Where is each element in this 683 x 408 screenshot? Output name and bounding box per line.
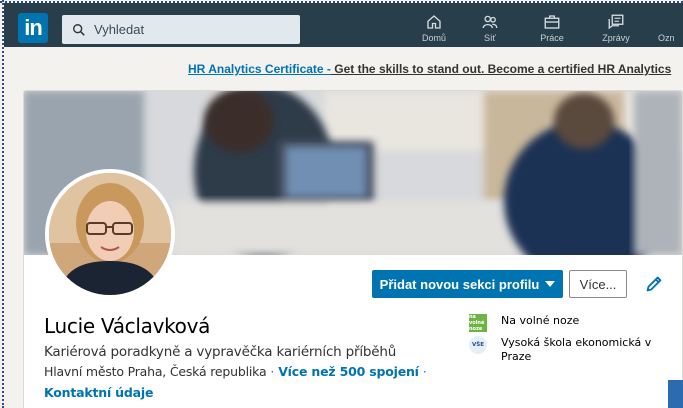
pencil-edit-icon[interactable] bbox=[643, 273, 665, 295]
nav-network-label: Síť bbox=[484, 33, 496, 43]
separator-dot: · bbox=[270, 364, 275, 379]
add-profile-section-button[interactable]: Přidat novou sekci profilu bbox=[372, 270, 563, 298]
avatar-photo bbox=[49, 173, 171, 295]
search-input[interactable] bbox=[94, 22, 284, 37]
profile-card: Přidat novou sekci profilu Více... Lucie… bbox=[24, 91, 682, 408]
jobs-icon bbox=[544, 15, 560, 29]
contact-info-link[interactable]: Kontaktní údaje bbox=[44, 385, 153, 400]
caret-down-icon bbox=[545, 281, 556, 287]
nav-network[interactable]: Síť bbox=[462, 13, 518, 45]
experience-label: Vysoká škola ekonomická v Praze bbox=[501, 336, 652, 363]
profile-name: Lucie Václavková bbox=[44, 314, 211, 338]
messaging-tab-edge[interactable] bbox=[668, 380, 683, 408]
profile-location: Hlavní město Praha, Česká republika bbox=[44, 364, 267, 379]
experience-item-freelance[interactable]: na volné noze Na volné noze bbox=[469, 314, 656, 332]
connections-link[interactable]: Více než 500 spojení bbox=[278, 364, 419, 379]
nav-messaging[interactable]: Zprávy bbox=[588, 13, 644, 45]
nav-messaging-label: Zprávy bbox=[602, 33, 630, 43]
separator-dot: · bbox=[422, 364, 427, 379]
experience-item-school[interactable]: VŠE Vysoká škola ekonomická v Praze bbox=[469, 336, 656, 364]
more-button[interactable]: Více... bbox=[569, 270, 627, 298]
messaging-icon bbox=[608, 14, 624, 30]
add-profile-section-label: Přidat novou sekci profilu bbox=[379, 276, 540, 292]
profile-headline: Kariérová poradkyně a vypravěčka kariérn… bbox=[44, 344, 397, 360]
nav-home-label: Domů bbox=[421, 33, 446, 43]
search-icon bbox=[73, 23, 85, 36]
profile-location-line: Hlavní město Praha, Česká republika · Více… bbox=[44, 364, 431, 379]
vse-logo: VŠE bbox=[469, 336, 487, 354]
experience-label: Na volné noze bbox=[501, 314, 580, 327]
guide-left bbox=[2, 0, 4, 408]
promo-text[interactable]: Get the skills to stand out. Become a ce… bbox=[331, 62, 671, 76]
nav-notifications[interactable]: Ozn bbox=[646, 13, 683, 45]
nav-jobs-label: Práce bbox=[540, 33, 564, 43]
nav-jobs[interactable]: Práce bbox=[524, 13, 580, 45]
nav-notifications-label: Ozn bbox=[658, 33, 675, 43]
linkedin-logo[interactable]: in bbox=[18, 13, 48, 43]
freelance-logo: na volné noze bbox=[469, 314, 487, 332]
top-navbar: in Domů Síť Práce bbox=[4, 3, 683, 47]
search-box[interactable] bbox=[62, 15, 300, 44]
promo-banner[interactable]: HR Analytics Certificate - Get the skill… bbox=[188, 62, 683, 76]
network-icon bbox=[482, 15, 498, 29]
promo-link[interactable]: HR Analytics Certificate - bbox=[188, 62, 331, 76]
home-icon bbox=[427, 15, 441, 29]
profile-avatar[interactable] bbox=[45, 169, 175, 299]
nav-home[interactable]: Domů bbox=[406, 13, 462, 45]
